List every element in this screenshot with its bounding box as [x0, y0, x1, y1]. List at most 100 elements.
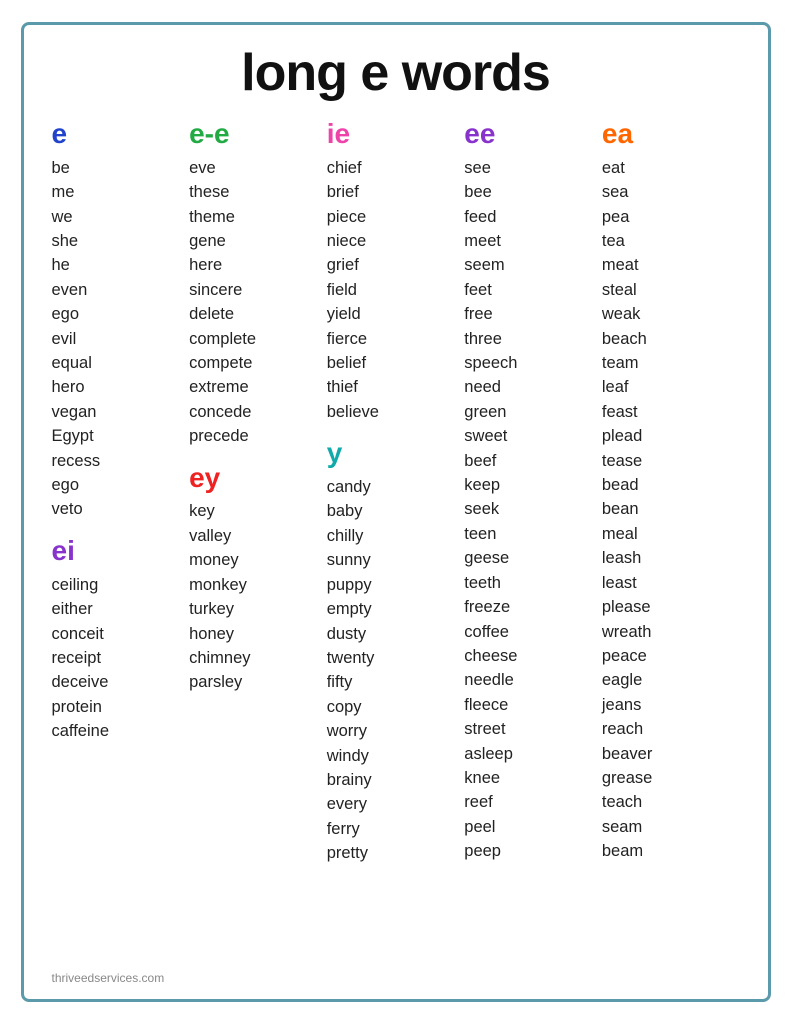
col-ee: e-eevethesethemegeneheresinceredeletecom…: [189, 119, 327, 965]
list-item: fifty: [327, 670, 465, 694]
list-item: gene: [189, 229, 327, 253]
list-item: speech: [464, 351, 602, 375]
col-ee2: eeseebeefeedmeetseemfeetfreethreespeechn…: [464, 119, 602, 965]
list-item: caffeine: [52, 719, 190, 743]
word-list: seebeefeedmeetseemfeetfreethreespeechnee…: [464, 156, 602, 864]
list-item: yield: [327, 302, 465, 326]
list-item: see: [464, 156, 602, 180]
list-item: street: [464, 717, 602, 741]
list-item: jeans: [602, 693, 740, 717]
list-item: beaver: [602, 742, 740, 766]
list-item: sunny: [327, 548, 465, 572]
section-header-ey: ey: [189, 463, 327, 494]
list-item: twenty: [327, 646, 465, 670]
page-title: long e words: [52, 43, 740, 103]
list-item: receipt: [52, 646, 190, 670]
word-list: eatseapeateameatstealweakbeachteamleaffe…: [602, 156, 740, 864]
list-item: grease: [602, 766, 740, 790]
section-ea: eaeatseapeateameatstealweakbeachteamleaf…: [602, 119, 740, 864]
list-item: feet: [464, 278, 602, 302]
list-item: conceit: [52, 622, 190, 646]
list-item: candy: [327, 475, 465, 499]
list-item: pea: [602, 205, 740, 229]
list-item: deceive: [52, 670, 190, 694]
list-item: copy: [327, 695, 465, 719]
section-ie: iechiefbriefpieceniecegrieffieldyieldfie…: [327, 119, 465, 424]
list-item: concede: [189, 400, 327, 424]
list-item: feast: [602, 400, 740, 424]
section-header-ei: ei: [52, 536, 190, 567]
columns-container: e bemewesheheevenegoevilequalheroveganEgy…: [52, 119, 740, 965]
list-item: recess: [52, 449, 190, 473]
list-item: these: [189, 180, 327, 204]
list-item: team: [602, 351, 740, 375]
list-item: cheese: [464, 644, 602, 668]
list-item: sea: [602, 180, 740, 204]
list-item: veto: [52, 497, 190, 521]
list-item: Egypt: [52, 424, 190, 448]
list-item: asleep: [464, 742, 602, 766]
list-item: tease: [602, 449, 740, 473]
list-item: reef: [464, 790, 602, 814]
list-item: brief: [327, 180, 465, 204]
list-item: brainy: [327, 768, 465, 792]
list-item: baby: [327, 499, 465, 523]
list-item: least: [602, 571, 740, 595]
list-item: bead: [602, 473, 740, 497]
col-e: e bemewesheheevenegoevilequalheroveganEgy…: [52, 119, 190, 965]
list-item: even: [52, 278, 190, 302]
section-header-e: e: [52, 119, 190, 150]
list-item: bean: [602, 497, 740, 521]
list-item: teach: [602, 790, 740, 814]
col-ea: eaeatseapeateameatstealweakbeachteamleaf…: [602, 119, 740, 965]
list-item: meal: [602, 522, 740, 546]
list-item: eagle: [602, 668, 740, 692]
section-e: e bemewesheheevenegoevilequalheroveganEgy…: [52, 119, 190, 522]
section-ee: e-eevethesethemegeneheresinceredeletecom…: [189, 119, 327, 449]
list-item: reach: [602, 717, 740, 741]
list-item: ceiling: [52, 573, 190, 597]
list-item: dusty: [327, 622, 465, 646]
list-item: evil: [52, 327, 190, 351]
section-header-ee: e-e: [189, 119, 327, 150]
footer-text: thriveedservices.com: [52, 971, 740, 985]
list-item: theme: [189, 205, 327, 229]
list-item: eat: [602, 156, 740, 180]
list-item: extreme: [189, 375, 327, 399]
list-item: meet: [464, 229, 602, 253]
list-item: peep: [464, 839, 602, 863]
list-item: belief: [327, 351, 465, 375]
section-header-ea: ea: [602, 119, 740, 150]
list-item: hero: [52, 375, 190, 399]
list-item: worry: [327, 719, 465, 743]
list-item: chief: [327, 156, 465, 180]
list-item: needle: [464, 668, 602, 692]
list-item: thief: [327, 375, 465, 399]
list-item: money: [189, 548, 327, 572]
list-item: chilly: [327, 524, 465, 548]
list-item: steal: [602, 278, 740, 302]
list-item: sweet: [464, 424, 602, 448]
list-item: key: [189, 499, 327, 523]
list-item: honey: [189, 622, 327, 646]
list-item: seem: [464, 253, 602, 277]
list-item: valley: [189, 524, 327, 548]
word-list: bemewesheheevenegoevilequalheroveganEgyp…: [52, 156, 190, 522]
list-item: grief: [327, 253, 465, 277]
list-item: beam: [602, 839, 740, 863]
list-item: knee: [464, 766, 602, 790]
section-header-ee: ee: [464, 119, 602, 150]
word-list: ceilingeitherconceitreceiptdeceiveprotei…: [52, 573, 190, 744]
list-item: weak: [602, 302, 740, 326]
list-item: we: [52, 205, 190, 229]
list-item: leaf: [602, 375, 740, 399]
list-item: puppy: [327, 573, 465, 597]
section-header-ie: ie: [327, 119, 465, 150]
list-item: protein: [52, 695, 190, 719]
list-item: every: [327, 792, 465, 816]
list-item: green: [464, 400, 602, 424]
list-item: compete: [189, 351, 327, 375]
list-item: wreath: [602, 620, 740, 644]
list-item: three: [464, 327, 602, 351]
list-item: seek: [464, 497, 602, 521]
